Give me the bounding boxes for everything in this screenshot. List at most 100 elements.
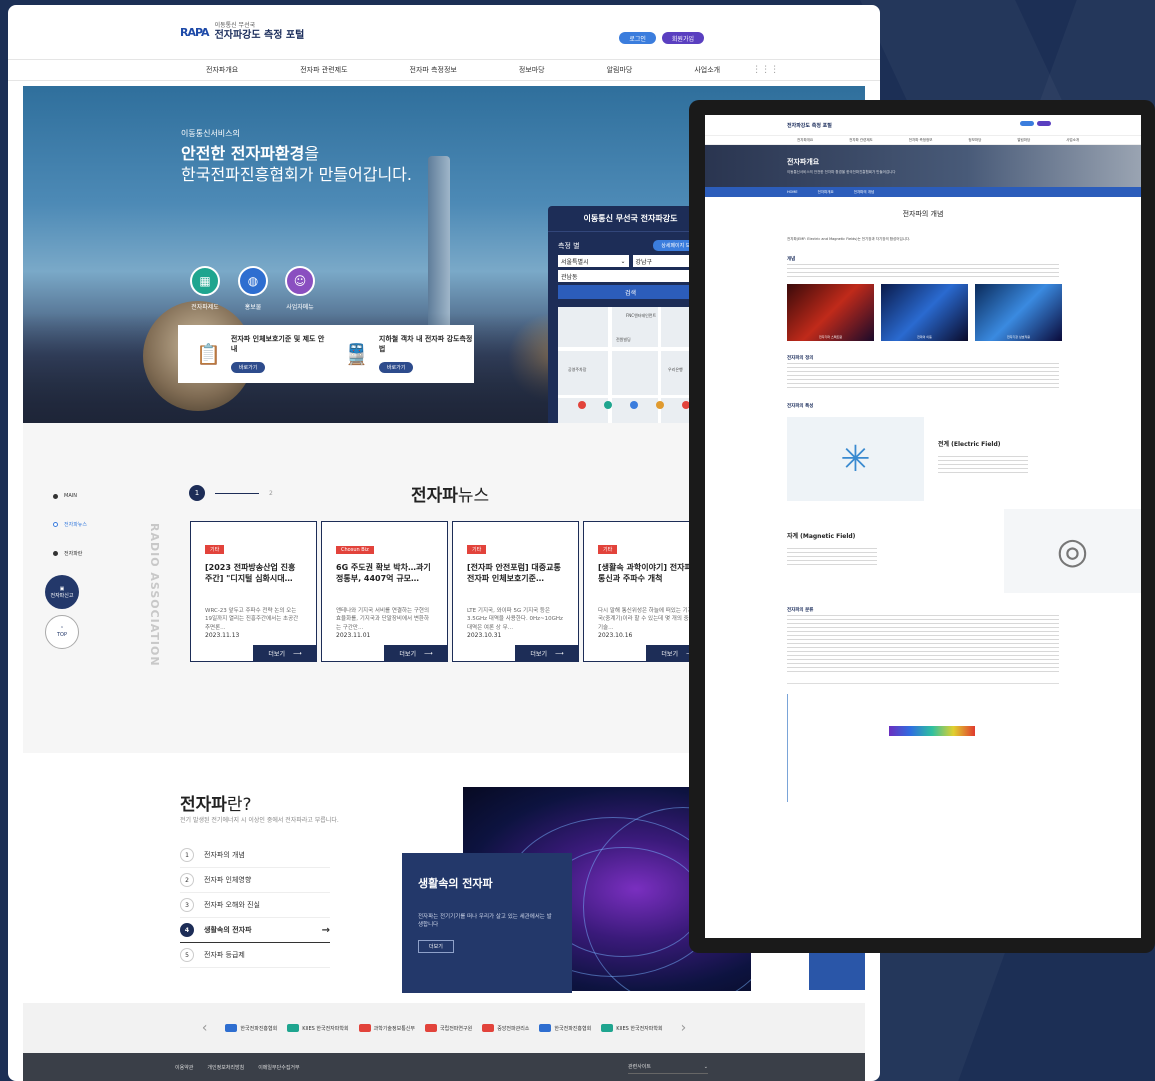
news-card-date: 2023.11.01 bbox=[336, 632, 371, 639]
calendar-icon: ▦ bbox=[190, 266, 220, 296]
tablet-nav: 전자파개요 전자파 관련제도 전자파 측정정보 정보마당 알림마당 사업소개 bbox=[705, 135, 1141, 145]
source-badge: 기타 bbox=[205, 545, 225, 554]
section-heading: 전자파의 특성 bbox=[787, 404, 814, 409]
chevron-down-icon: ⌄ bbox=[620, 257, 626, 265]
topic-item-active[interactable]: 4 생활속의 전자파 → bbox=[180, 918, 330, 943]
news-card[interactable]: 기타 [전자파 안전포럼] 대중교통 전자파 인체보호기준… LTE 기지국, … bbox=[452, 521, 579, 662]
main-nav: 전자파개요 전자파 관련제도 전자파 측정정보 정보마당 알림마당 사업소개 ⋮… bbox=[8, 59, 880, 81]
nav-item[interactable]: 사업소개 bbox=[694, 65, 720, 75]
quick-link-operator[interactable]: ☺ 사업자메뉴 bbox=[285, 266, 315, 311]
news-card-desc: 앤테나와 기지국 서비를 연결하는 구현의 효율화를, 기지국과 단말장비에서 … bbox=[336, 608, 430, 631]
more-button[interactable]: 더보기⟶ bbox=[384, 645, 448, 662]
section-heading: 개념 bbox=[787, 257, 796, 262]
logo-title: 전자파강도 측정 포털 bbox=[214, 29, 305, 41]
site-footer: 이용약관 개인정보처리방침 이메일무단수집거부 관련사이트 ⌄ bbox=[23, 1053, 865, 1081]
partner-logo[interactable]: 한국전파진흥협회 bbox=[539, 1024, 591, 1032]
news-title: 전자파뉴스 bbox=[411, 486, 490, 506]
nav-item[interactable]: 정보마당 bbox=[519, 65, 545, 75]
partner-logo[interactable]: 중앙전파관리소 bbox=[482, 1024, 529, 1032]
info-item-protection[interactable]: 📋 전자파 인체보호기준 및 제도 안내 바로가기 bbox=[178, 335, 326, 373]
tablet-screen: 전자파강도 측정 포털 전자파개요 전자파 관련제도 전자파 측정정보 정보마당 알림마… bbox=[705, 115, 1141, 938]
chevron-left-icon[interactable]: ‹ bbox=[202, 1020, 208, 1036]
user-icon: ☺ bbox=[285, 266, 315, 296]
dong-input[interactable]: 관남동 bbox=[558, 270, 703, 282]
spectrum-table bbox=[787, 683, 1059, 803]
join-button[interactable]: 회원가입 bbox=[661, 32, 704, 44]
news-card-title: [생활속 과학이야기] 전자파통신과 주파수 개척 bbox=[598, 563, 692, 583]
nav-item[interactable]: 전자파개요 bbox=[206, 65, 238, 75]
tablet-hero: 전자파개요 이동통신서비스의 안전한 전자파 환경을 한국전파진흥협회가 만들어… bbox=[705, 145, 1141, 187]
footer-link[interactable]: 이용약관 bbox=[175, 1064, 193, 1071]
topic-item[interactable]: 2 전자파 인체영향 bbox=[180, 868, 330, 893]
section-heading: 전자파의 분류 bbox=[787, 608, 814, 613]
footer-link[interactable]: 개인정보처리방침 bbox=[207, 1064, 244, 1071]
quick-link-policy[interactable]: ▦ 전자파제도 bbox=[190, 266, 220, 311]
more-button[interactable]: 더보기⟶ bbox=[253, 645, 317, 662]
nav-item[interactable]: 알림마당 bbox=[607, 65, 633, 75]
by-station-label: 측정 별 bbox=[558, 241, 580, 250]
city-select[interactable]: 서울특별시 ⌄ bbox=[558, 255, 629, 267]
source-badge: 기타 bbox=[598, 545, 618, 554]
shortcut-button[interactable]: 바로가기 bbox=[378, 361, 414, 373]
magnetic-field-block: 자계 (Magnetic Field) ◎ bbox=[787, 509, 1141, 593]
hero-subtitle: 이동통신서비스의 bbox=[181, 129, 240, 138]
login-button[interactable]: 로그인 bbox=[619, 32, 656, 44]
life-more-button[interactable]: 더보기 bbox=[418, 939, 454, 953]
section-heading: 전자파의 정의 bbox=[787, 356, 814, 361]
topic-item[interactable]: 5 전자파 등급제 bbox=[180, 943, 330, 968]
hero-title: 안전한 전자파환경을 한국전파진흥협회가 만들어갑니다. bbox=[181, 144, 412, 184]
site-header: RAPA 이동통신 무선국 전자파강도 측정 포털 로그인 회원가입 bbox=[8, 5, 880, 59]
source-badge: Chosun Biz bbox=[336, 546, 374, 554]
chevron-right-icon[interactable]: › bbox=[681, 1020, 687, 1036]
section-indicator: MAIN 전자파뉴스 전자파란 bbox=[53, 493, 87, 579]
footer-link[interactable]: 이메일무단수집거부 bbox=[258, 1064, 299, 1071]
indicator-news[interactable]: 전자파뉴스 bbox=[53, 521, 87, 528]
news-card-desc: LTE 기지국, 와이파 5G 기지국 등은 3.5GHz 대역을 사용한다. … bbox=[467, 608, 563, 631]
partner-logo[interactable]: KIIES 한국전자파학회 bbox=[601, 1024, 663, 1032]
quick-link-promo[interactable]: ◍ 홍보물 bbox=[238, 266, 268, 311]
clipboard-icon: 📋 bbox=[196, 342, 221, 366]
news-card-title: [2023 전파방송산업 진흥주간] "디지털 심화시대… bbox=[205, 563, 296, 583]
shortcut-button[interactable]: 바로가기 bbox=[230, 361, 266, 373]
family-site-select[interactable]: 관련사이트 ⌄ bbox=[628, 1060, 708, 1074]
tablet-mockup: 전자파강도 측정 포털 전자파개요 전자파 관련제도 전자파 측정정보 정보마당 알림마… bbox=[689, 100, 1155, 953]
all-menu-icon[interactable]: ⋮⋮⋮ bbox=[752, 65, 779, 75]
vertical-brand-text: RADIO ASSOCIATION bbox=[148, 523, 161, 667]
partner-logo[interactable]: 과학기술정보통신부 bbox=[358, 1024, 415, 1032]
indicator-main[interactable]: MAIN bbox=[53, 493, 87, 499]
station-map[interactable]: FNC엔터테인먼트 전원빌딩 공영주차장 우리은행 bbox=[558, 307, 703, 423]
indicator-what[interactable]: 전자파란 bbox=[53, 550, 87, 557]
electric-field-block: ✳ 전계 (Electric Field) bbox=[787, 417, 1141, 501]
rapa-logo[interactable]: RAPA bbox=[180, 26, 210, 39]
news-card[interactable]: 기타 [2023 전파방송산업 진흥주간] "디지털 심화시대… WRC-23 … bbox=[190, 521, 317, 662]
info-item-subway[interactable]: 🚆 지하철 객차 내 전자파 강도측정 법 바로가기 bbox=[326, 335, 474, 373]
logo-text: 이동통신 무선국 전자파강도 측정 포털 bbox=[215, 23, 305, 41]
arrow-right-icon: ⟶ bbox=[554, 650, 564, 657]
top-button[interactable]: ⌃ TOP bbox=[45, 615, 79, 649]
partner-logo[interactable]: KIIES 한국전자파학회 bbox=[287, 1024, 349, 1032]
electric-field-icon: ✳ bbox=[787, 417, 924, 501]
report-button[interactable]: ▣ 전자파신고 bbox=[45, 575, 79, 609]
map-pin-icon bbox=[630, 401, 638, 409]
intro-text: 전자파(EMF: Electric and Magnetic Fields)는 … bbox=[787, 237, 911, 241]
more-button[interactable]: 더보기⟶ bbox=[515, 645, 579, 662]
news-card[interactable]: Chosun Biz 6G 주도권 확보 박차…과기정통부, 4407억 규모…… bbox=[321, 521, 448, 662]
nav-item[interactable]: 전자파 관련제도 bbox=[300, 65, 347, 75]
arrow-right-icon: ⟶ bbox=[292, 650, 302, 657]
map-pin-icon bbox=[578, 401, 586, 409]
nav-item[interactable]: 전자파 측정정보 bbox=[410, 65, 457, 75]
news-card-date: 2023.10.31 bbox=[467, 632, 502, 639]
search-button[interactable]: 검색 bbox=[558, 285, 703, 299]
topic-item[interactable]: 1 전자파의 개념 bbox=[180, 843, 330, 868]
map-pin-icon bbox=[604, 401, 612, 409]
partner-logo[interactable]: 국립전파연구원 bbox=[425, 1024, 472, 1032]
info-box: 📋 전자파 인체보호기준 및 제도 안내 바로가기 🚆 지하철 객차 내 전자파 … bbox=[178, 325, 474, 383]
visible-spectrum-bar bbox=[889, 726, 975, 736]
page-next[interactable]: 2 bbox=[269, 490, 273, 497]
emf-topic-list: 1 전자파의 개념 2 전자파 인체영향 3 전자파 오해와 진실 4 생활속의 전자파… bbox=[180, 843, 330, 968]
partner-logo[interactable]: 한국전파진흥협회 bbox=[225, 1024, 277, 1032]
topic-item[interactable]: 3 전자파 오해와 진실 bbox=[180, 893, 330, 918]
page-current[interactable]: 1 bbox=[189, 485, 205, 501]
source-badge: 기타 bbox=[467, 545, 487, 554]
logo-subtitle: 이동통신 무선국 bbox=[214, 22, 256, 30]
